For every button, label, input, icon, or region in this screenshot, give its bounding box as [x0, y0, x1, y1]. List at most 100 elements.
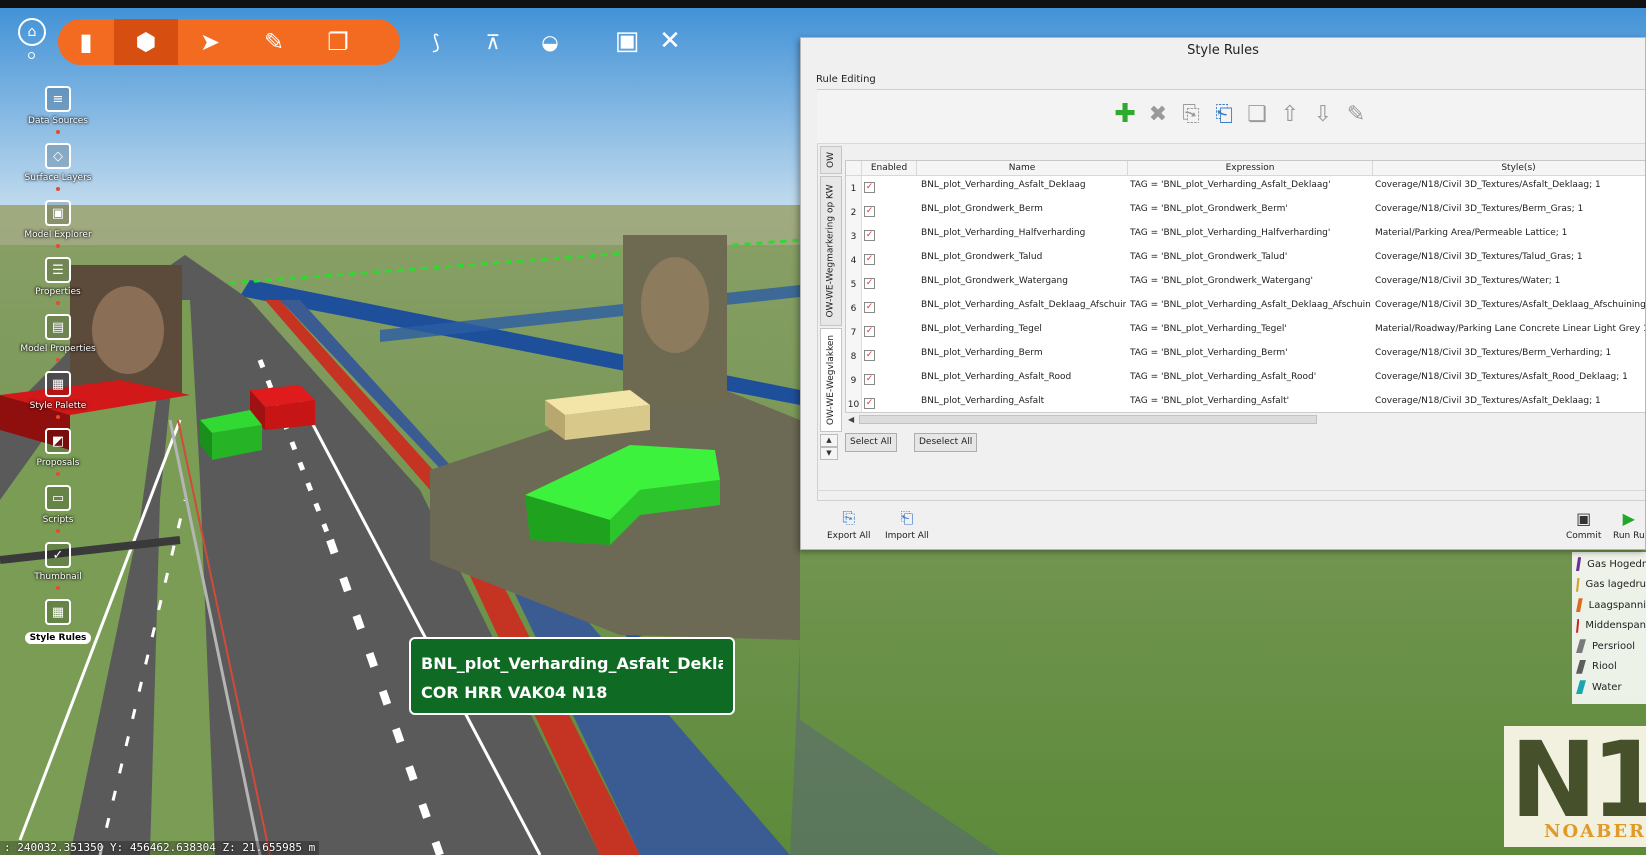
export-all-button[interactable]: ⎘ Export All: [827, 508, 870, 541]
table-row[interactable]: 4 ✓ BNL_plot_Grondwerk_Talud TAG = 'BNL_plo…: [846, 248, 1645, 272]
tab-ow[interactable]: OW: [820, 146, 842, 174]
rule-name-cell[interactable]: BNL_plot_Verharding_Asfalt_Rood: [921, 368, 1126, 392]
sidebar-item-thumbnail[interactable]: ✓ Thumbnail: [16, 542, 100, 598]
rule-style-cell[interactable]: Coverage/N18/Civil 3D_Textures/Water; 1: [1375, 272, 1645, 296]
sidebar-item-scripts[interactable]: ▭ Scripts: [16, 485, 100, 541]
copy-rule-button[interactable]: ❏: [1244, 101, 1270, 127]
sidebar-item-properties[interactable]: ☰ Properties: [16, 257, 100, 313]
presentation-button[interactable]: ▣: [610, 24, 644, 58]
rule-name-cell[interactable]: BNL_plot_Grondwerk_Berm: [921, 200, 1126, 224]
import-rule-button[interactable]: ⎗: [1211, 101, 1237, 127]
rule-style-cell[interactable]: Coverage/N18/Civil 3D_Textures/Asfalt_De…: [1375, 296, 1645, 320]
infrastructure-button[interactable]: ▮: [58, 19, 114, 65]
table-row[interactable]: 9 ✓ BNL_plot_Verharding_Asfalt_Rood TAG = '…: [846, 368, 1645, 392]
delete-rule-button[interactable]: ✖: [1145, 101, 1171, 127]
column-header-enabled[interactable]: Enabled: [862, 161, 917, 176]
table-row[interactable]: 8 ✓ BNL_plot_Verharding_Berm TAG = 'BNL_plo…: [846, 344, 1645, 368]
rule-expression-cell[interactable]: TAG = 'BNL_plot_Grondwerk_Berm': [1130, 200, 1371, 224]
enabled-checkbox[interactable]: ✓: [864, 374, 875, 385]
layers-icon: ◇: [45, 143, 71, 169]
table-row[interactable]: 2 ✓ BNL_plot_Grondwerk_Berm TAG = 'BNL_plot…: [846, 200, 1645, 224]
rule-expression-cell[interactable]: TAG = 'BNL_plot_Verharding_Asfalt_Deklaa…: [1130, 176, 1371, 200]
sidebar-item-proposals[interactable]: ◩ Proposals: [16, 428, 100, 484]
column-header-name[interactable]: Name: [917, 161, 1128, 176]
rule-expression-cell[interactable]: TAG = 'BNL_plot_Verharding_Tegel': [1130, 320, 1371, 344]
sidebar-item-model-properties[interactable]: ▤ Model Properties: [16, 314, 100, 370]
rule-expression-cell[interactable]: TAG = 'BNL_plot_Grondwerk_Watergang': [1130, 272, 1371, 296]
table-row[interactable]: 1 ✓ BNL_plot_Verharding_Asfalt_Deklaag TAG …: [846, 176, 1645, 200]
rule-name-cell[interactable]: BNL_plot_Verharding_Halfverharding: [921, 224, 1126, 248]
table-row[interactable]: 5 ✓ BNL_plot_Grondwerk_Watergang TAG = 'BNL…: [846, 272, 1645, 296]
enabled-checkbox[interactable]: ✓: [864, 206, 875, 217]
enabled-checkbox[interactable]: ✓: [864, 302, 875, 313]
rule-expression-cell[interactable]: TAG = 'BNL_plot_Verharding_Halfverhardin…: [1130, 224, 1371, 248]
scroll-left-icon[interactable]: ◀: [848, 413, 854, 426]
overlap-button[interactable]: ❐: [306, 19, 370, 65]
enabled-checkbox[interactable]: ✓: [864, 398, 875, 409]
rule-style-cell[interactable]: Material/Roadway/Parking Lane Concrete L…: [1375, 320, 1645, 344]
enabled-checkbox[interactable]: ✓: [864, 278, 875, 289]
tab-scroll-spinner: ▲ ▼: [820, 434, 838, 460]
horizontal-scrollbar[interactable]: ◀ ▶: [845, 412, 1645, 426]
add-rule-button[interactable]: ✚: [1112, 99, 1138, 129]
tooltip-object-name: BNL_plot_Verharding_Asfalt_Deklaag: [421, 654, 723, 673]
select-all-button[interactable]: Select All: [845, 433, 897, 452]
rule-expression-cell[interactable]: TAG = 'BNL_plot_Verharding_Asfalt_Deklaa…: [1130, 296, 1371, 320]
scroll-thumb[interactable]: [859, 415, 1317, 424]
rule-name-cell[interactable]: BNL_plot_Verharding_Asfalt_Deklaag: [921, 176, 1126, 200]
sidebar-item-data-sources[interactable]: ≡ Data Sources: [16, 86, 100, 142]
sidebar-item-model-explorer[interactable]: ▣ Model Explorer: [16, 200, 100, 256]
tunnel-tool-button[interactable]: ◒: [527, 19, 573, 65]
table-row[interactable]: 6 ✓ BNL_plot_Verharding_Asfalt_Deklaag_Afs…: [846, 296, 1645, 320]
sidebar-item-label: Data Sources: [28, 116, 88, 126]
sidebar-item-surface-layers[interactable]: ◇ Surface Layers: [16, 143, 100, 199]
deselect-all-button[interactable]: Deselect All: [914, 433, 978, 452]
model-cube-button[interactable]: ⬢: [114, 19, 178, 65]
enabled-checkbox[interactable]: ✓: [864, 254, 875, 265]
rule-name-cell[interactable]: BNL_plot_Verharding_Asfalt_Deklaag_Afsch…: [921, 296, 1126, 320]
table-row[interactable]: 7 ✓ BNL_plot_Verharding_Tegel TAG = 'BNL_pl…: [846, 320, 1645, 344]
rule-expression-cell[interactable]: TAG = 'BNL_plot_Verharding_Asfalt_Rood': [1130, 368, 1371, 392]
column-header-styles[interactable]: Style(s): [1373, 161, 1645, 176]
enabled-checkbox[interactable]: ✓: [864, 350, 875, 361]
import-all-button[interactable]: ⎗ Import All: [885, 508, 929, 541]
rule-style-cell[interactable]: Material/Parking Area/Permeable Lattice;…: [1375, 224, 1645, 248]
settings-dot-icon[interactable]: [28, 52, 35, 59]
column-header-expression[interactable]: Expression: [1128, 161, 1373, 176]
legend-item: Riool: [1576, 657, 1646, 678]
tab-ow-we-wegmarkering[interactable]: OW-WE-Wegmarkering op KW: [820, 176, 842, 326]
sketch-button[interactable]: ✎: [242, 19, 306, 65]
rule-style-cell[interactable]: Coverage/N18/Civil 3D_Textures/Asfalt_Ro…: [1375, 368, 1645, 392]
tab-ow-we-wegvlakken[interactable]: OW-WE-Wegvlakken: [820, 328, 842, 432]
rule-name-cell[interactable]: BNL_plot_Grondwerk_Watergang: [921, 272, 1126, 296]
move-up-button[interactable]: ⇧: [1277, 101, 1303, 127]
export-rule-button[interactable]: ⎘: [1178, 101, 1204, 127]
tab-scroll-down-icon[interactable]: ▼: [820, 447, 838, 460]
rule-name-cell[interactable]: BNL_plot_Verharding_Tegel: [921, 320, 1126, 344]
move-down-button[interactable]: ⇩: [1310, 101, 1336, 127]
road-tool-button[interactable]: ⟆: [413, 19, 459, 65]
rule-name-cell[interactable]: BNL_plot_Verharding_Berm: [921, 344, 1126, 368]
sidebar-item-style-palette[interactable]: ▦ Style Palette: [16, 371, 100, 427]
table-row[interactable]: 3 ✓ BNL_plot_Verharding_Halfverharding TAG …: [846, 224, 1645, 248]
rule-expression-cell[interactable]: TAG = 'BNL_plot_Verharding_Berm': [1130, 344, 1371, 368]
tab-scroll-up-icon[interactable]: ▲: [820, 434, 838, 447]
sidebar-item-style-rules[interactable]: ▦ Style Rules: [16, 599, 100, 655]
enabled-checkbox[interactable]: ✓: [864, 326, 875, 337]
enabled-checkbox[interactable]: ✓: [864, 182, 875, 193]
edit-rule-button[interactable]: ✎: [1343, 101, 1369, 127]
rule-name-cell[interactable]: BNL_plot_Grondwerk_Talud: [921, 248, 1126, 272]
run-rules-button[interactable]: ▶ Run Ru: [1613, 508, 1645, 542]
select-button[interactable]: ➤: [178, 19, 242, 65]
rule-style-cell[interactable]: Coverage/N18/Civil 3D_Textures/Berm_Gras…: [1375, 200, 1645, 224]
commit-button[interactable]: ▣ Commit: [1566, 508, 1601, 542]
home-button[interactable]: ⌂: [18, 18, 46, 46]
rule-style-cell[interactable]: Coverage/N18/Civil 3D_Textures/Asfalt_De…: [1375, 176, 1645, 200]
bridge-tool-button[interactable]: ⊼: [470, 19, 516, 65]
road-icon: ⟆: [432, 30, 440, 54]
rule-style-cell[interactable]: Coverage/N18/Civil 3D_Textures/Berm_Verh…: [1375, 344, 1645, 368]
tools-button[interactable]: ✕: [653, 24, 687, 58]
rule-expression-cell[interactable]: TAG = 'BNL_plot_Grondwerk_Talud': [1130, 248, 1371, 272]
enabled-checkbox[interactable]: ✓: [864, 230, 875, 241]
rule-style-cell[interactable]: Coverage/N18/Civil 3D_Textures/Talud_Gra…: [1375, 248, 1645, 272]
